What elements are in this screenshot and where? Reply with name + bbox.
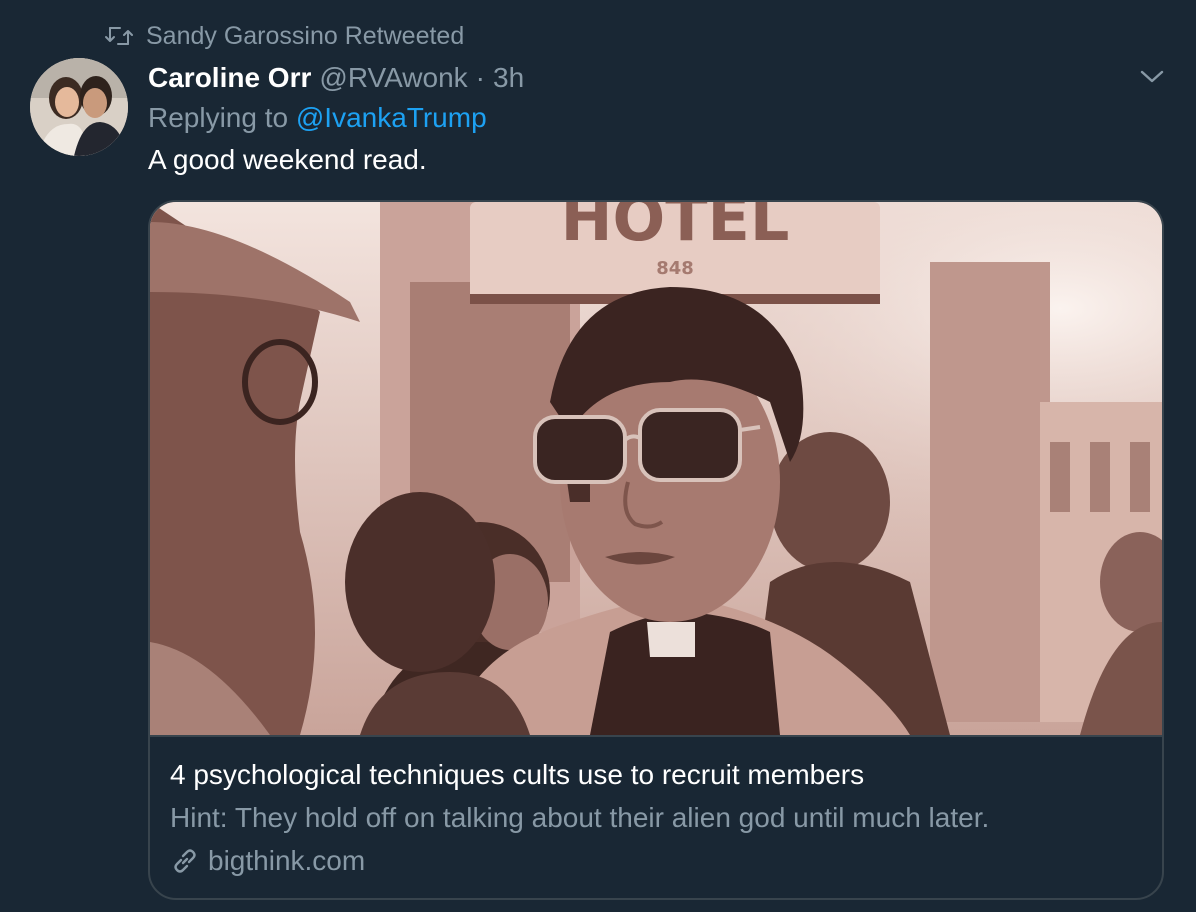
retweet-label: Sandy Garossino Retweeted	[146, 21, 465, 50]
link-icon	[170, 846, 200, 876]
card-divider	[150, 735, 1162, 737]
retweet-context[interactable]: Sandy Garossino Retweeted	[104, 20, 464, 52]
card-image[interactable]: HOTEL 848	[150, 202, 1162, 735]
link-card[interactable]: HOTEL 848 4 psychological techniques cul…	[148, 200, 1164, 900]
replying-handle-link[interactable]: @IvankaTrump	[296, 102, 487, 133]
card-domain[interactable]: bigthink.com	[170, 844, 365, 878]
replying-to: Replying to @IvankaTrump	[148, 102, 487, 134]
avatar[interactable]	[30, 58, 128, 156]
card-domain-text: bigthink.com	[208, 845, 366, 876]
card-image-sign-number: 848	[656, 258, 694, 279]
retweet-icon	[104, 24, 134, 48]
card-title[interactable]: 4 psychological techniques cults use to …	[170, 759, 864, 791]
separator-dot: ·	[475, 62, 485, 93]
user-handle[interactable]: @RVAwonk	[319, 62, 467, 94]
tweet-text: A good weekend read.	[148, 144, 427, 175]
tweet-header: Caroline Orr @RVAwonk · 3h	[148, 60, 524, 96]
card-description: Hint: They hold off on talking about the…	[170, 802, 990, 833]
card-image-sign: HOTEL	[561, 202, 790, 255]
tweet-timestamp[interactable]: 3h	[493, 62, 524, 94]
display-name[interactable]: Caroline Orr	[148, 62, 311, 94]
replying-prefix: Replying to	[148, 102, 289, 133]
chevron-down-icon[interactable]	[1138, 64, 1166, 88]
